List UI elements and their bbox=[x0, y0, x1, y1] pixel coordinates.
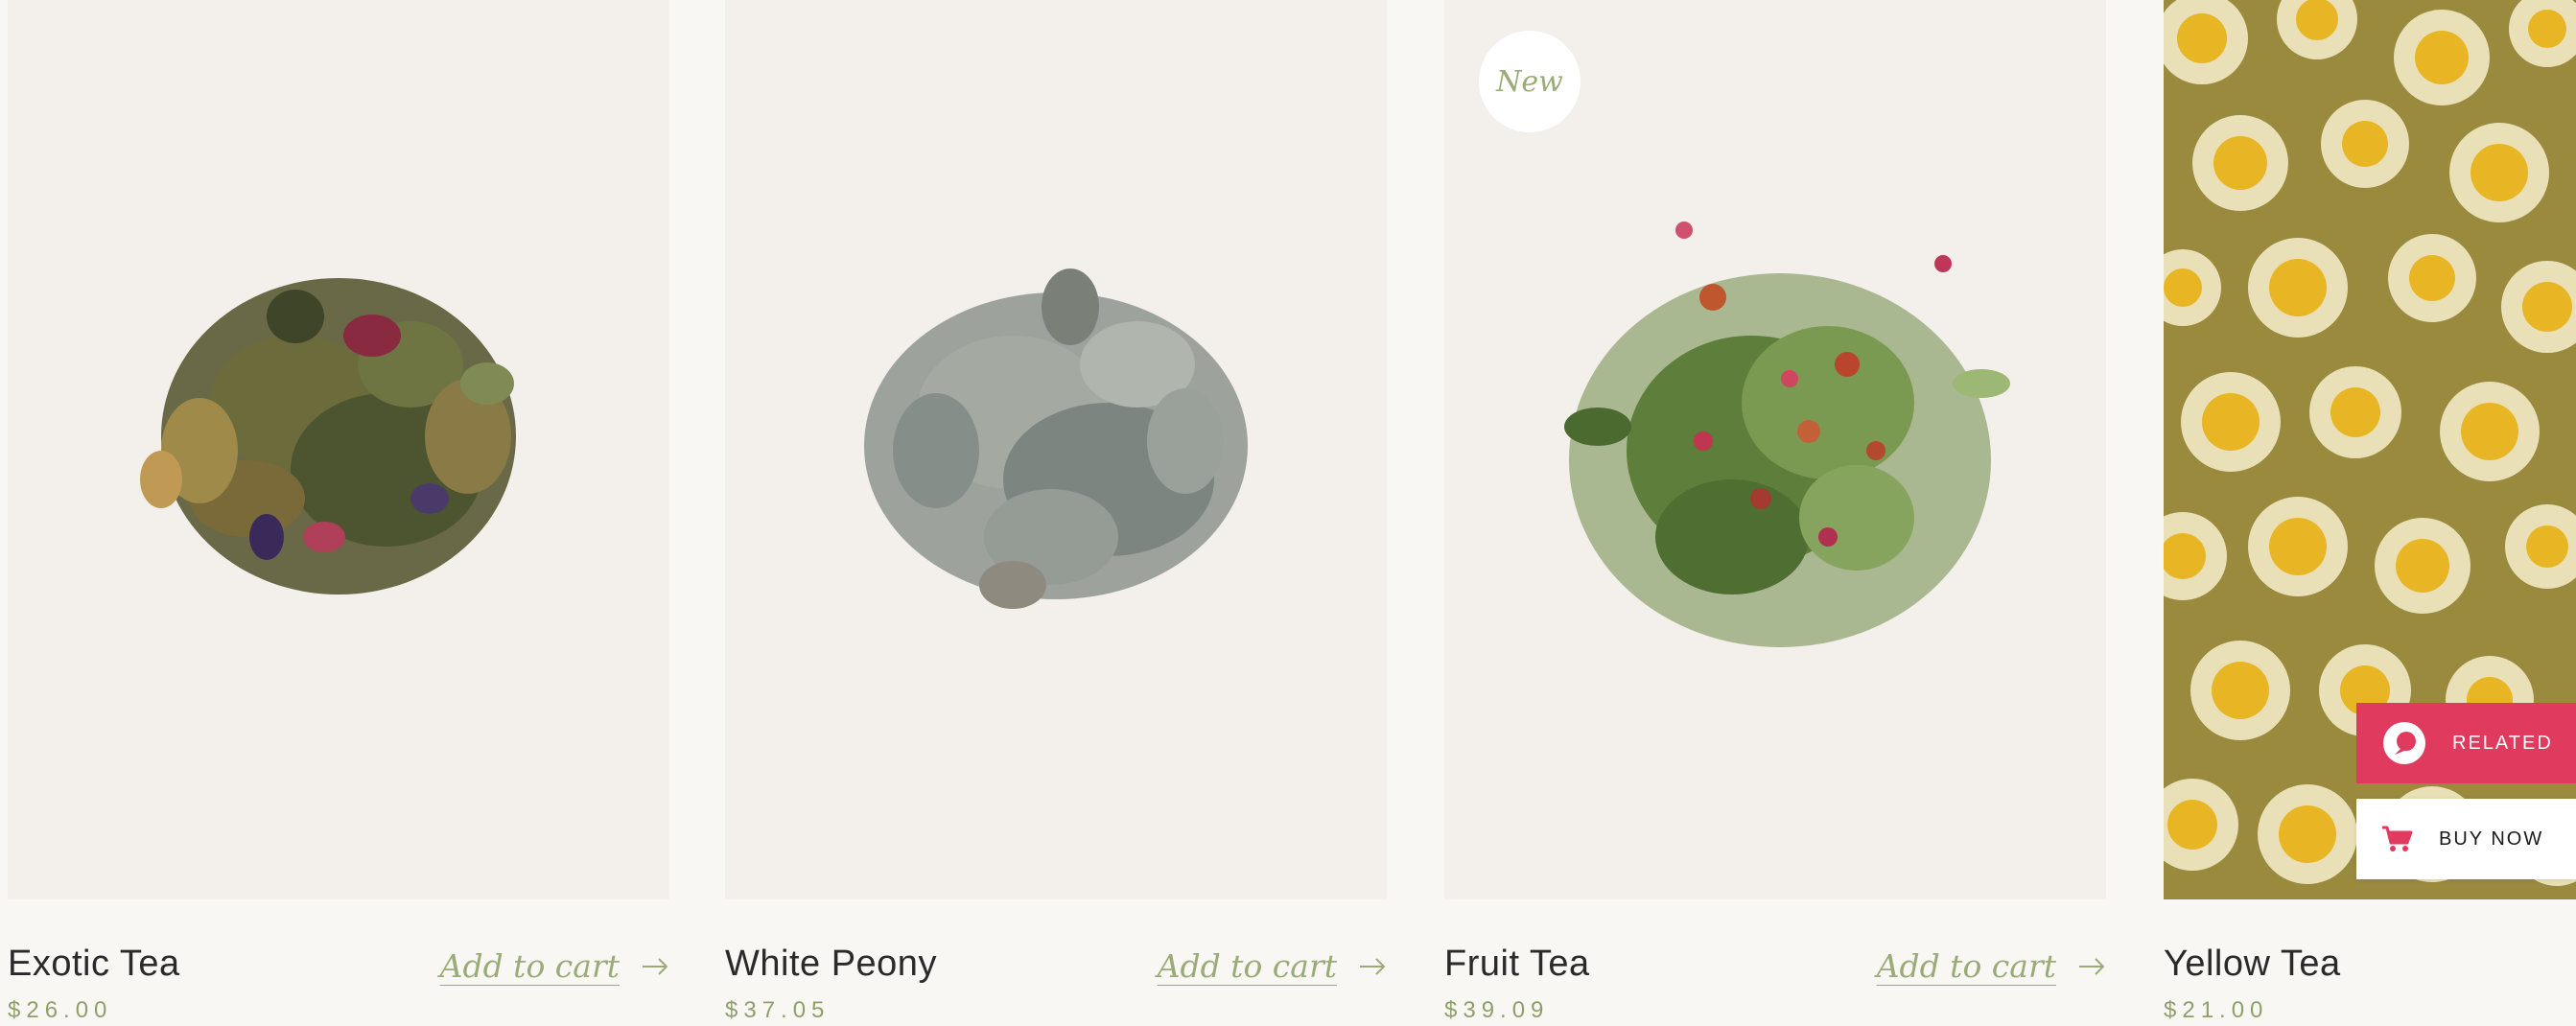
arrow-right-icon bbox=[643, 957, 668, 975]
product-name[interactable]: White Peony bbox=[725, 944, 937, 985]
product-name[interactable]: Fruit Tea bbox=[1444, 944, 1590, 985]
product-image-fruit-tea[interactable]: New bbox=[1444, 0, 2106, 899]
product-image-white-peony[interactable] bbox=[725, 0, 1387, 899]
buy-now-label: BUY NOW bbox=[2439, 828, 2544, 850]
new-badge: New bbox=[1479, 31, 1581, 132]
related-logo-icon bbox=[2383, 722, 2425, 764]
product-name[interactable]: Yellow Tea bbox=[2164, 944, 2341, 985]
arrow-right-icon bbox=[2079, 957, 2105, 975]
add-to-cart-label: Add to cart bbox=[1157, 947, 1337, 985]
product-grid: Exotic Tea $26.00 Add to cart White Peon… bbox=[0, 0, 2576, 1026]
white-peony-leaves-image bbox=[864, 268, 1248, 609]
related-button[interactable]: RELATED bbox=[2356, 703, 2576, 783]
exotic-tea-leaves-image bbox=[140, 278, 516, 595]
product-price: $39.09 bbox=[1444, 997, 1550, 1023]
arrow-right-icon bbox=[1360, 957, 1386, 975]
product-card-white-peony: White Peony $37.05 Add to cart bbox=[725, 0, 1387, 1026]
product-name[interactable]: Exotic Tea bbox=[8, 944, 180, 985]
fruit-tea-leaves-image bbox=[1564, 222, 2010, 647]
buy-now-button[interactable]: BUY NOW bbox=[2356, 799, 2576, 879]
add-to-cart-button[interactable]: Add to cart bbox=[440, 947, 669, 985]
shopping-cart-icon bbox=[2382, 826, 2413, 851]
product-card-fruit-tea: New Fruit Tea $39.09 Add to cart bbox=[1444, 0, 2106, 1026]
product-image-exotic-tea[interactable] bbox=[8, 0, 669, 899]
add-to-cart-button[interactable]: Add to cart bbox=[1877, 947, 2106, 985]
product-price: $26.00 bbox=[8, 997, 113, 1023]
add-to-cart-label: Add to cart bbox=[439, 947, 620, 985]
product-price: $21.00 bbox=[2164, 997, 2269, 1023]
add-to-cart-button[interactable]: Add to cart bbox=[1158, 947, 1387, 985]
add-to-cart-label: Add to cart bbox=[1876, 947, 2056, 985]
product-card-exotic-tea: Exotic Tea $26.00 Add to cart bbox=[8, 0, 669, 1026]
product-price: $37.05 bbox=[725, 997, 831, 1023]
related-label: RELATED bbox=[2452, 732, 2553, 754]
